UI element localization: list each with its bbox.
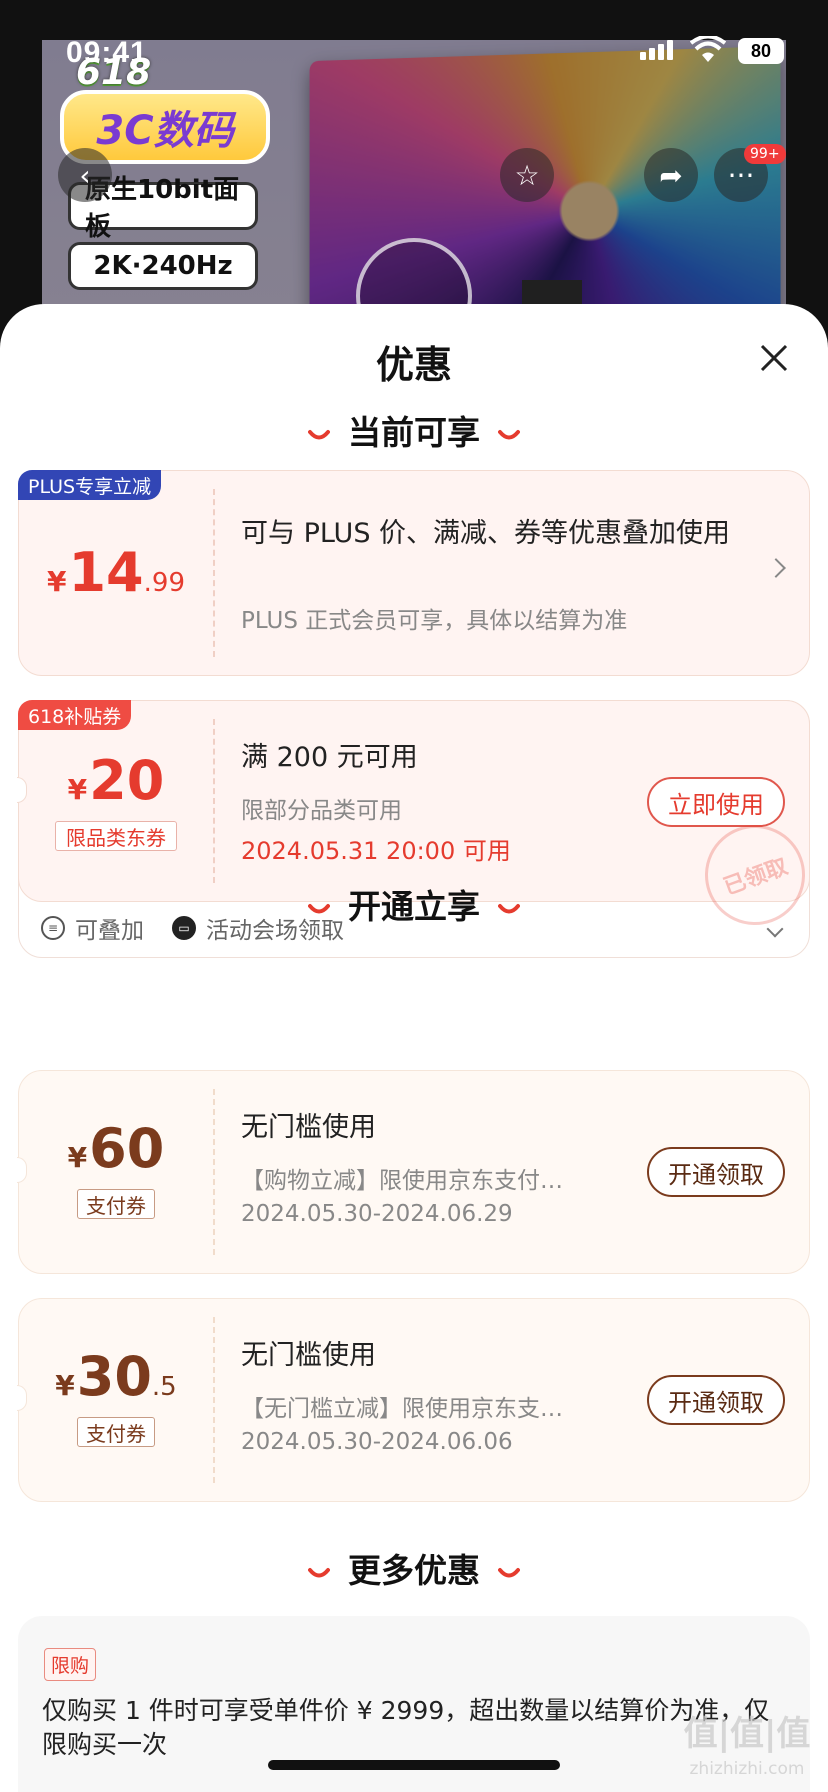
pay-coupon-title: 无门槛使用 [241, 1112, 376, 1143]
close-button[interactable] [752, 336, 796, 380]
subsidy-coupon-card: 618补贴券 ¥20 限品类东券 满 200 元可用 限部分品类可用 2024.… [17, 700, 820, 940]
pay-coupon-card: ¥60 支付券 无门槛使用 【购物立减】限使用京东支付… 2024.05.30-… [17, 1070, 810, 1274]
plus-discount-card[interactable]: PLUS专享立减 ¥14.99 可与 PLUS 价、满减、券等优惠叠加使用 PL… [18, 470, 810, 676]
pay-coupon-subtitle: 【购物立减】限使用京东支付… [241, 1168, 563, 1194]
pay-coupon-price: ¥60 [19, 1117, 213, 1180]
activate-claim-button[interactable]: 开通领取 [647, 1147, 785, 1197]
currency-symbol: ¥ [55, 1369, 75, 1402]
purchase-limit-tag: 限购 [44, 1648, 97, 1681]
subsidy-price: ¥20 [19, 749, 213, 812]
use-now-button[interactable]: 立即使用 [647, 777, 785, 827]
subsidy-card-subtitle: 限部分品类可用 [241, 798, 402, 824]
pay-coupon-card: ¥30.5 支付券 无门槛使用 【无门槛立减】限使用京东支… 2024.05.3… [17, 1298, 810, 1502]
discount-sheet: 优惠 当前可享 PLUS专享立减 ¥14.99 可与 PLUS 价、满减、券等优… [0, 304, 828, 1792]
currency-symbol: ¥ [67, 1141, 88, 1174]
section-more-header: 更多优惠 [0, 1544, 828, 1592]
pay-coupon-title: 无门槛使用 [241, 1340, 376, 1371]
sheet-title: 优惠 [375, 343, 452, 387]
promo-618-label: 618 [76, 52, 152, 93]
coupon-type-label: 限品类东券 [55, 821, 177, 851]
card-divider [213, 1089, 215, 1255]
share-button[interactable]: ➦ [644, 148, 698, 202]
message-badge: 99+ [744, 144, 786, 164]
share-icon: ➦ [659, 158, 683, 192]
price-decimal: .99 [143, 568, 185, 598]
pay-coupon-valid-range: 2024.05.30-2024.06.06 [241, 1429, 513, 1455]
price-integer: 14 [68, 541, 144, 604]
section-current-title: 当前可享 [348, 413, 480, 452]
section-more-title: 更多优惠 [348, 1551, 480, 1590]
chevron-right-icon [766, 558, 786, 578]
section-open-title: 开通立享 [348, 887, 480, 926]
back-icon: ‹ [79, 158, 91, 192]
back-button[interactable]: ‹ [58, 148, 112, 202]
swoosh-icon [308, 429, 330, 439]
pay-coupon-subtitle: 【无门槛立减】限使用京东支… [241, 1396, 563, 1422]
watermark-domain: zhizhizhi.com [689, 1759, 805, 1779]
price-integer: 20 [89, 749, 165, 812]
price-integer: 60 [89, 1117, 165, 1180]
currency-symbol: ¥ [47, 565, 67, 598]
swoosh-icon [308, 1567, 330, 1577]
card-divider [213, 719, 215, 883]
subsidy-card-title: 满 200 元可用 [241, 742, 418, 773]
watermark-logo: 值|值|值 [683, 1714, 811, 1754]
section-open-header: 开通立享 [0, 880, 828, 928]
activate-claim-button[interactable]: 开通领取 [647, 1375, 785, 1425]
plus-price: ¥14.99 [19, 541, 213, 604]
coupon-type-label: 支付券 [77, 1417, 155, 1447]
star-icon: ☆ [514, 158, 540, 192]
plus-tag: PLUS专享立减 [18, 470, 162, 500]
product-background: 618 3C数码 原生10bit面板 2K·240Hz ‹ ☆ ➦ ··· 99… [0, 0, 828, 340]
section-current-header: 当前可享 [0, 406, 828, 454]
plus-card-subtitle: PLUS 正式会员可享，具体以结算为准 [241, 608, 628, 634]
currency-symbol: ¥ [67, 773, 88, 806]
price-integer: 30 [76, 1345, 152, 1408]
card-divider [213, 1317, 215, 1483]
coupon-type-label: 支付券 [77, 1189, 155, 1219]
swoosh-icon [308, 903, 330, 913]
favorite-button[interactable]: ☆ [500, 148, 554, 202]
site-watermark: 值|值|值 zhizhizhi.com [672, 1706, 822, 1779]
plus-card-title: 可与 PLUS 价、满减、券等优惠叠加使用 [241, 518, 731, 549]
subsidy-card-valid-time: 2024.05.31 20:00 可用 [241, 837, 511, 865]
home-indicator[interactable] [268, 1760, 560, 1770]
card-divider [213, 489, 215, 657]
swoosh-icon [498, 429, 520, 439]
close-icon [760, 344, 788, 372]
swoosh-icon [498, 903, 520, 913]
pay-coupon-price: ¥30.5 [19, 1345, 213, 1408]
swoosh-icon [498, 1567, 520, 1577]
subsidy-tag: 618补贴券 [18, 700, 132, 730]
pay-coupon-valid-range: 2024.05.30-2024.06.29 [241, 1201, 513, 1227]
promo-tag-refresh: 2K·240Hz [68, 242, 258, 290]
price-decimal: .5 [151, 1372, 177, 1402]
